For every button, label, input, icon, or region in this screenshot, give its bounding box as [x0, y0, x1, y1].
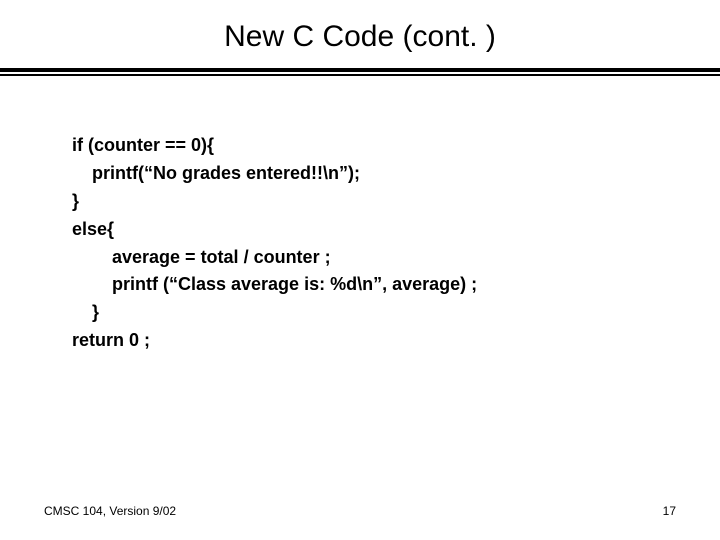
slide-title: New C Code (cont. )	[0, 20, 720, 54]
code-block: if (counter == 0){ printf(“No grades ent…	[0, 132, 720, 355]
slide: New C Code (cont. ) if (counter == 0){ p…	[0, 0, 720, 540]
code-line: average = total / counter ;	[72, 244, 720, 272]
code-line: return 0 ;	[72, 327, 720, 355]
code-line: if (counter == 0){	[72, 132, 720, 160]
divider-thin	[0, 74, 720, 76]
code-line: }	[72, 188, 720, 216]
code-line: printf(“No grades entered!!\n”);	[72, 160, 720, 188]
footer-page-number: 17	[663, 504, 676, 518]
code-line: }	[72, 299, 720, 327]
code-line: else{	[72, 216, 720, 244]
code-line: printf (“Class average is: %d\n”, averag…	[72, 271, 720, 299]
footer-course: CMSC 104, Version 9/02	[44, 504, 176, 518]
